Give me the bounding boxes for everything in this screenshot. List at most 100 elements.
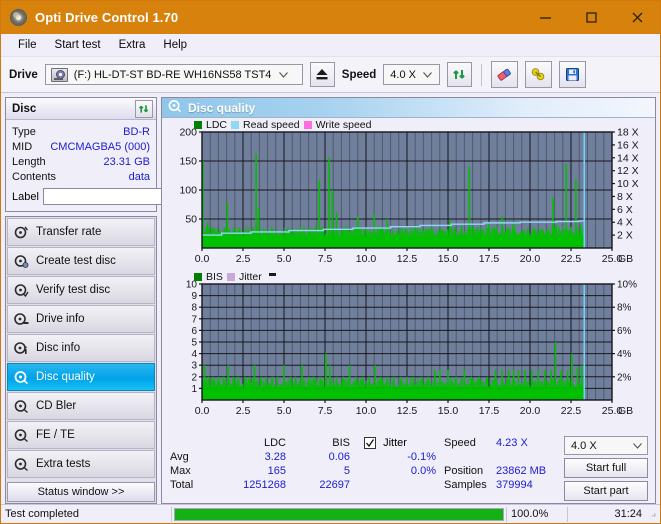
sidebar-item-cd-bler[interactable]: CD Bler	[7, 392, 155, 420]
legend-swatch-write-speed	[303, 121, 312, 129]
close-button[interactable]	[614, 1, 660, 34]
drive-select[interactable]: (F:) HL-DT-ST BD-RE WH16NS58 TST4	[44, 64, 303, 85]
svg-text:2 X: 2 X	[617, 230, 633, 242]
disc-row-mid: MID CMCMAGBA5 (000)	[12, 139, 150, 154]
maximize-button[interactable]	[568, 1, 614, 34]
ldc-chart-canvas[interactable]: 501001502002 X4 X6 X8 X10 X12 X14 X16 X1…	[162, 118, 656, 270]
minimize-button[interactable]	[522, 1, 568, 34]
disc-length-label: Length	[12, 155, 46, 168]
status-bar: Test completed 100.0% 31:24	[1, 504, 660, 523]
svg-text:4 X: 4 X	[617, 217, 633, 229]
svg-text:50: 50	[185, 214, 197, 226]
samples-readout-label: Samples	[444, 479, 487, 491]
stats-col-readout: Speed 4.23 X Position 23862 MB Samples 3799…	[436, 436, 551, 501]
svg-text:12 X: 12 X	[617, 165, 639, 177]
speed-select[interactable]: 4.0 X	[383, 64, 441, 85]
jitter-checkbox-row: Jitter	[350, 436, 436, 450]
sidebar-item-create-test-disc[interactable]: Create test disc	[7, 247, 155, 275]
menu-file[interactable]: File	[9, 37, 46, 53]
legend-label-ldc: LDC	[206, 119, 228, 131]
svg-text:8: 8	[191, 303, 197, 314]
disc-info-rows: Type BD-R MID CMCMAGBA5 (000) Length 23.…	[6, 120, 246, 211]
disc-bler-icon	[14, 399, 29, 414]
svg-text:10 X: 10 X	[617, 178, 639, 190]
svg-text:7.5: 7.5	[318, 253, 333, 265]
svg-text:14 X: 14 X	[617, 152, 639, 164]
sidebar-item-disc-info[interactable]: Disc info	[7, 334, 155, 362]
sidebar-item-extra-tests[interactable]: Extra tests	[7, 450, 155, 478]
svg-text:5.0: 5.0	[277, 405, 292, 417]
svg-text:3: 3	[191, 361, 197, 372]
disc-contents-value: data	[128, 170, 150, 183]
stats-ldc-max: 165	[267, 465, 286, 477]
svg-text:20.0: 20.0	[520, 253, 541, 265]
menu-help[interactable]: Help	[154, 37, 196, 53]
svg-text:17.5: 17.5	[479, 253, 500, 265]
stats-row-labels: Avg Max Total	[162, 436, 214, 501]
disc-create-icon	[14, 254, 29, 269]
svg-text:10.0: 10.0	[356, 253, 377, 265]
sidebar-item-label: CD Bler	[36, 400, 77, 412]
disc-quality-header: Disc quality	[162, 98, 655, 118]
status-window-button[interactable]: Status window >>	[7, 482, 155, 502]
svg-text:15.0: 15.0	[438, 253, 459, 265]
bis-chart-canvas[interactable]: 123456789102%4%6%8%10%0.0 2.5 5.0 7.5 10.0 12…	[162, 270, 656, 422]
position-readout-value: 23862 MB	[496, 465, 547, 477]
sidebar-item-drive-info[interactable]: Drive info	[7, 305, 155, 333]
menu-bar: File Start test Extra Help	[1, 34, 660, 57]
plug-button[interactable]	[525, 61, 553, 88]
start-part-button[interactable]: Start part	[564, 481, 648, 501]
drive-label: Drive	[9, 68, 38, 81]
sidebar-item-label: FE / TE	[36, 429, 75, 441]
stats-header-bis: BIS	[332, 437, 350, 449]
test-nav-list: Transfer rate Create test disc Verify te…	[5, 216, 157, 504]
svg-text:6 X: 6 X	[617, 204, 633, 216]
disc-transfer-icon	[14, 225, 29, 240]
sidebar-item-label: Drive info	[36, 313, 85, 325]
drive-select-value: (F:) HL-DT-ST BD-RE WH16NS58 TST4	[73, 68, 272, 81]
disc-refresh-button[interactable]	[135, 99, 153, 118]
svg-text:1: 1	[191, 384, 197, 395]
svg-text:22.5: 22.5	[561, 405, 582, 417]
start-full-button[interactable]: Start full	[564, 458, 648, 478]
disc-info-icon	[14, 341, 29, 356]
svg-text:2: 2	[191, 372, 197, 383]
svg-text:9: 9	[191, 291, 197, 302]
stats-ldc-total: 1251268	[243, 479, 286, 491]
svg-text:4%: 4%	[617, 349, 632, 360]
svg-text:GB: GB	[618, 405, 633, 417]
disc-row-contents: Contents data	[12, 169, 150, 184]
charts-area: LDC Read speed Write speed 50 100 150 200 2 …	[162, 118, 655, 433]
svg-text:0.0: 0.0	[195, 253, 210, 265]
stats-col-ldc: LDC 3.28 165 1251268	[214, 436, 286, 501]
jitter-checkbox[interactable]	[364, 437, 376, 450]
sidebar-item-disc-quality[interactable]: Disc quality	[7, 363, 155, 391]
speed-select-value: 4.0 X	[390, 68, 416, 81]
sidebar-item-transfer-rate[interactable]: Transfer rate	[7, 218, 155, 246]
svg-text:6: 6	[191, 326, 197, 337]
resize-grip[interactable]	[646, 505, 660, 524]
sidebar-item-label: Create test disc	[36, 255, 116, 267]
sidebar-item-verify-test-disc[interactable]: Verify test disc	[7, 276, 155, 304]
application-window: Opti Drive Control 1.70 File Start test …	[0, 0, 661, 524]
chevron-down-icon	[629, 442, 645, 449]
save-button[interactable]	[559, 61, 587, 88]
disc-drive-icon	[14, 312, 29, 327]
legend-swatch-ldc	[194, 121, 202, 129]
disc-contents-label: Contents	[12, 170, 57, 183]
menu-start-test[interactable]: Start test	[46, 37, 110, 53]
stats-jitter-max: 0.0%	[410, 465, 436, 477]
menu-extra[interactable]: Extra	[110, 37, 155, 53]
svg-text:8 X: 8 X	[617, 191, 633, 203]
disc-extra-icon	[14, 457, 29, 472]
legend-label-read-speed: Read speed	[243, 119, 300, 131]
test-speed-select[interactable]: 4.0 X	[564, 436, 648, 455]
stats-area: Avg Max Total LDC 3.28 165 1251268 BIS 0…	[162, 433, 655, 503]
sidebar-item-fe-te[interactable]: FE / TE	[7, 421, 155, 449]
erase-button[interactable]	[491, 61, 519, 88]
eject-button[interactable]	[309, 62, 335, 87]
refresh-button[interactable]	[447, 62, 473, 87]
elapsed-time: 31:24	[614, 508, 642, 520]
progress-bar	[174, 507, 504, 521]
ldc-chart-legend: LDC Read speed Write speed	[194, 119, 372, 131]
